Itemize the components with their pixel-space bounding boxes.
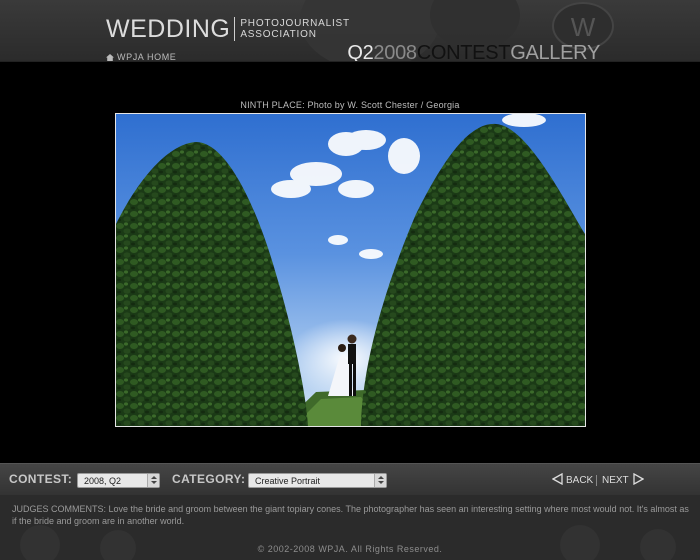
back-button[interactable]: BACK xyxy=(551,472,594,488)
judges-comments: JUDGES COMMENTS: Love the bride and groo… xyxy=(12,503,692,527)
contest-select[interactable]: 2008, Q2 xyxy=(77,473,160,488)
photo-caption: NINTH PLACE: Photo by W. Scott Chester /… xyxy=(240,100,460,110)
logo-subtitle: PHOTOJOURNALIST ASSOCIATION xyxy=(240,18,350,40)
arrow-left-icon xyxy=(551,472,563,488)
title-contest: CONTEST xyxy=(416,42,511,62)
home-icon xyxy=(106,53,114,61)
title-gallery: GALLERY xyxy=(510,42,600,62)
page-title: Q22008CONTESTGALLERY xyxy=(347,42,600,62)
footer-ornament xyxy=(20,525,60,560)
arrow-right-icon xyxy=(633,472,645,488)
next-button[interactable]: NEXT xyxy=(602,472,645,488)
home-link-label: WPJA HOME xyxy=(117,52,177,62)
category-select[interactable]: Creative Portrait xyxy=(248,473,387,488)
logo-divider xyxy=(234,17,236,41)
comments-body: Love the bride and groom between the gia… xyxy=(12,504,689,526)
wpja-home-link[interactable]: WPJA HOME xyxy=(106,52,177,62)
comments-label: JUDGES COMMENTS: xyxy=(12,504,107,514)
badge-letter: W xyxy=(570,12,596,42)
chevron-updown-icon xyxy=(374,474,386,487)
site-logo[interactable]: WEDDING PHOTOJOURNALIST ASSOCIATION xyxy=(106,16,350,42)
title-quarter: Q2 xyxy=(347,42,374,62)
category-label: CATEGORY: xyxy=(172,472,246,486)
copyright-notice: © 2002-2008 WPJA. All Rights Reserved. xyxy=(257,544,443,554)
gallery-controls: CONTEST: 2008, Q2 CATEGORY: Creative Por… xyxy=(0,463,700,495)
logo-main-text: WEDDING xyxy=(106,15,231,43)
next-label: NEXT xyxy=(602,475,629,486)
photo-illustration xyxy=(116,114,585,426)
logo-sub-line1: PHOTOJOURNALIST xyxy=(240,18,350,29)
contest-photo xyxy=(115,113,586,427)
back-label: BACK xyxy=(566,475,594,486)
chevron-updown-icon xyxy=(147,474,159,487)
site-header: W WEDDING PHOTOJOURNALIST ASSOCIATION WP… xyxy=(0,0,700,62)
logo-sub-line2: ASSOCIATION xyxy=(240,29,317,40)
contest-select-value: 2008, Q2 xyxy=(84,476,122,486)
contest-label: CONTEST: xyxy=(9,472,73,486)
footer-ornament xyxy=(560,525,600,560)
title-year: 2008 xyxy=(373,42,417,62)
nav-divider xyxy=(596,475,597,486)
category-select-value: Creative Portrait xyxy=(255,476,321,486)
